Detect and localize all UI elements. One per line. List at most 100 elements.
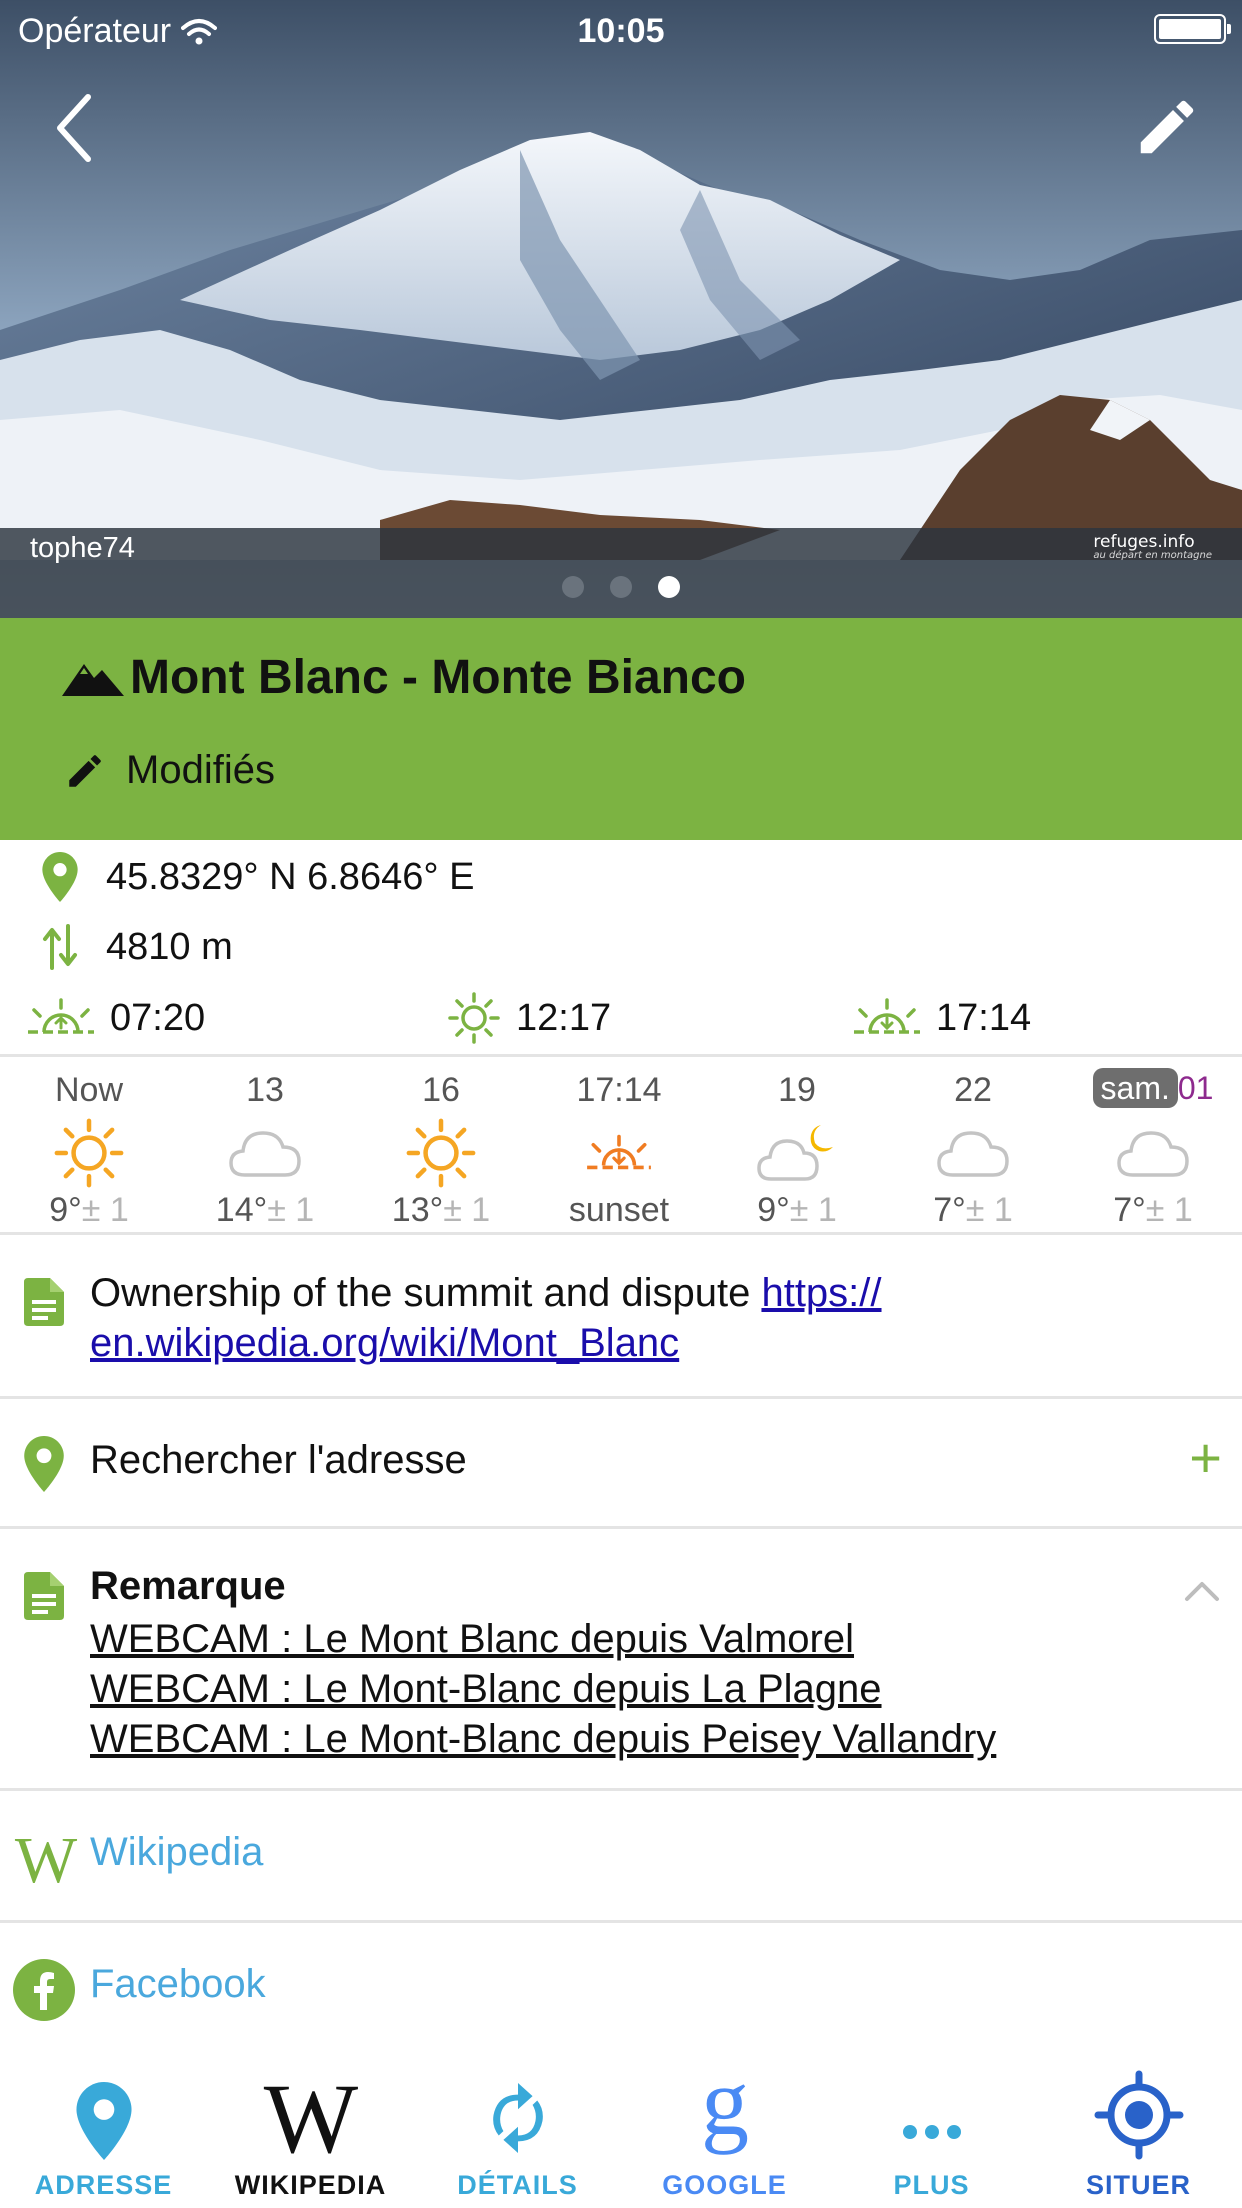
sunrise-time: 07:20 <box>110 996 206 1039</box>
altitude-arrows-icon <box>30 924 90 970</box>
sun-times-row: 07:20 12:17 17:14 <box>0 986 1242 1050</box>
webcam-link[interactable]: WEBCAM : Le Mont Blanc depuis Valmorel <box>90 1614 996 1664</box>
back-button[interactable] <box>44 88 104 168</box>
forecast-accuracy: ± 1 <box>1145 1191 1193 1229</box>
modified-button[interactable]: Modifiés <box>64 748 275 793</box>
sunrise-item: 07:20 <box>26 986 205 1050</box>
chevron-up-icon[interactable] <box>1184 1580 1220 1602</box>
page-dot-active[interactable] <box>658 576 680 598</box>
wikipedia-icon: W <box>15 1828 78 1888</box>
coordinates-row[interactable]: 45.8329° N 6.8646° E <box>0 845 474 909</box>
forecast-item: sam. 01 7°± 1 <box>1064 1058 1242 1230</box>
forecast-item: 13 14°± 1 <box>176 1058 354 1230</box>
remark-title: Remarque <box>90 1564 286 1608</box>
divider <box>0 1054 1242 1057</box>
cloud-icon <box>1117 1131 1189 1177</box>
forecast-item: 22 7°± 1 <box>884 1058 1062 1230</box>
tab-google[interactable]: g GOOGLE <box>621 2058 828 2208</box>
forecast-accuracy: ± 1 <box>965 1191 1013 1229</box>
forecast-time: sam. 01 <box>1064 1058 1242 1118</box>
map-pin-icon <box>30 852 90 902</box>
description-text: Ownership of the summit and dispute <box>90 1271 762 1315</box>
map-pin-icon <box>24 1436 64 1492</box>
status-time: 10:05 <box>577 12 665 50</box>
forecast-hour: 01 <box>1177 1070 1214 1106</box>
tab-label: DÉTAILS <box>457 2170 578 2200</box>
wikipedia-row[interactable]: W Wikipedia <box>0 1790 1242 1920</box>
more-icon <box>902 2125 961 2139</box>
forecast-item: 17:14 sunset <box>530 1058 708 1230</box>
divider <box>0 1232 1242 1235</box>
forecast-item: 19 9°± 1 <box>708 1058 886 1230</box>
forecast-time: Now <box>54 1071 124 1109</box>
title-band: Mont Blanc - Monte Bianco Modifiés <box>0 618 1242 840</box>
sun-icon <box>406 1118 476 1188</box>
sunset-icon <box>854 998 920 1034</box>
remark-links: WEBCAM : Le Mont Blanc depuis Valmorel W… <box>90 1614 996 1764</box>
tab-situer[interactable]: SITUER <box>1035 2058 1242 2208</box>
description: Ownership of the summit and dispute http… <box>90 1268 1210 1368</box>
sunset-item: 17:14 <box>852 986 1031 1050</box>
facebook-row[interactable]: Facebook <box>0 1922 1242 2052</box>
edit-button[interactable] <box>1132 92 1202 162</box>
tab-label: PLUS <box>893 2170 970 2200</box>
noon-time: 12:17 <box>516 996 612 1039</box>
document-icon <box>24 1572 64 1620</box>
svg-text:W: W <box>15 1828 78 1888</box>
tab-adresse[interactable]: ADRESSE <box>0 2058 207 2208</box>
watermark-logo: refuges.info au départ en montagne <box>1093 534 1212 561</box>
webcam-link[interactable]: WEBCAM : Le Mont-Blanc depuis La Plagne <box>90 1664 996 1714</box>
search-address-row[interactable]: Rechercher l'adresse + <box>0 1400 1242 1528</box>
document-icon <box>24 1278 64 1326</box>
altitude-row: 4810 m <box>0 915 233 979</box>
forecast-temp: 13° <box>391 1191 444 1229</box>
forecast-time: 17:14 <box>576 1071 662 1109</box>
forecast-temp: sunset <box>568 1191 670 1229</box>
forecast-item: 16 13°± 1 <box>352 1058 530 1230</box>
link-part: en.wikipedia.org/wiki/Mont_Blanc <box>90 1321 680 1365</box>
tab-plus[interactable]: PLUS <box>828 2058 1035 2208</box>
sunrise-icon <box>28 998 94 1034</box>
tab-details[interactable]: DÉTAILS <box>414 2058 621 2208</box>
altitude: 4810 m <box>106 925 233 968</box>
refresh-icon <box>492 2083 543 2153</box>
forecast-accuracy: ± 1 <box>789 1191 837 1229</box>
noon-item: 12:17 <box>446 986 611 1050</box>
link-part: https:// <box>761 1271 882 1315</box>
tab-wikipedia[interactable]: W WIKIPEDIA <box>207 2058 414 2208</box>
mountain-photo <box>0 0 1242 618</box>
locate-icon <box>1094 2070 1183 2160</box>
sun-icon <box>54 1118 124 1188</box>
sunset-icon <box>587 1134 651 1170</box>
divider <box>0 1526 1242 1529</box>
map-pin-icon <box>75 2082 132 2160</box>
google-icon: g <box>701 2068 749 2155</box>
page-dot[interactable] <box>610 576 632 598</box>
wikipedia-icon: W <box>263 2074 358 2160</box>
forecast-temp: 9° <box>49 1191 82 1229</box>
watermark-title: refuges.info <box>1093 532 1195 552</box>
day-badge: sam. <box>1092 1068 1178 1108</box>
hero-photo-carousel[interactable]: Opérateur 10:05 tophe74 refuges.info au … <box>0 0 1242 618</box>
svg-text:g: g <box>701 2068 749 2155</box>
cloud-icon <box>937 1131 1009 1177</box>
sun-icon <box>448 992 500 1044</box>
battery-icon <box>1154 14 1231 44</box>
tab-label: WIKIPEDIA <box>234 2170 387 2200</box>
forecast-item: Now 9°± 1 <box>0 1058 178 1230</box>
add-icon[interactable]: + <box>1189 1430 1222 1486</box>
weather-forecast[interactable]: Now 9°± 1 13 14°± 1 16 13°± 1 17:14 suns… <box>0 1058 1242 1230</box>
mountain-icon <box>62 663 124 696</box>
page-dot[interactable] <box>562 576 584 598</box>
facebook-icon <box>13 1959 75 2021</box>
page-indicator[interactable] <box>0 576 1242 598</box>
photo-credit: tophe74 <box>30 532 135 564</box>
tab-label: SITUER <box>1085 2170 1191 2200</box>
forecast-time: 22 <box>954 1071 992 1109</box>
forecast-time: 13 <box>246 1071 284 1109</box>
pencil-icon <box>69 754 101 787</box>
webcam-link[interactable]: WEBCAM : Le Mont-Blanc depuis Peisey Val… <box>90 1714 996 1764</box>
search-address-label: Rechercher l'adresse <box>90 1438 467 1482</box>
watermark-subtitle: au départ en montagne <box>1093 550 1212 561</box>
cloud-icon <box>229 1131 301 1177</box>
